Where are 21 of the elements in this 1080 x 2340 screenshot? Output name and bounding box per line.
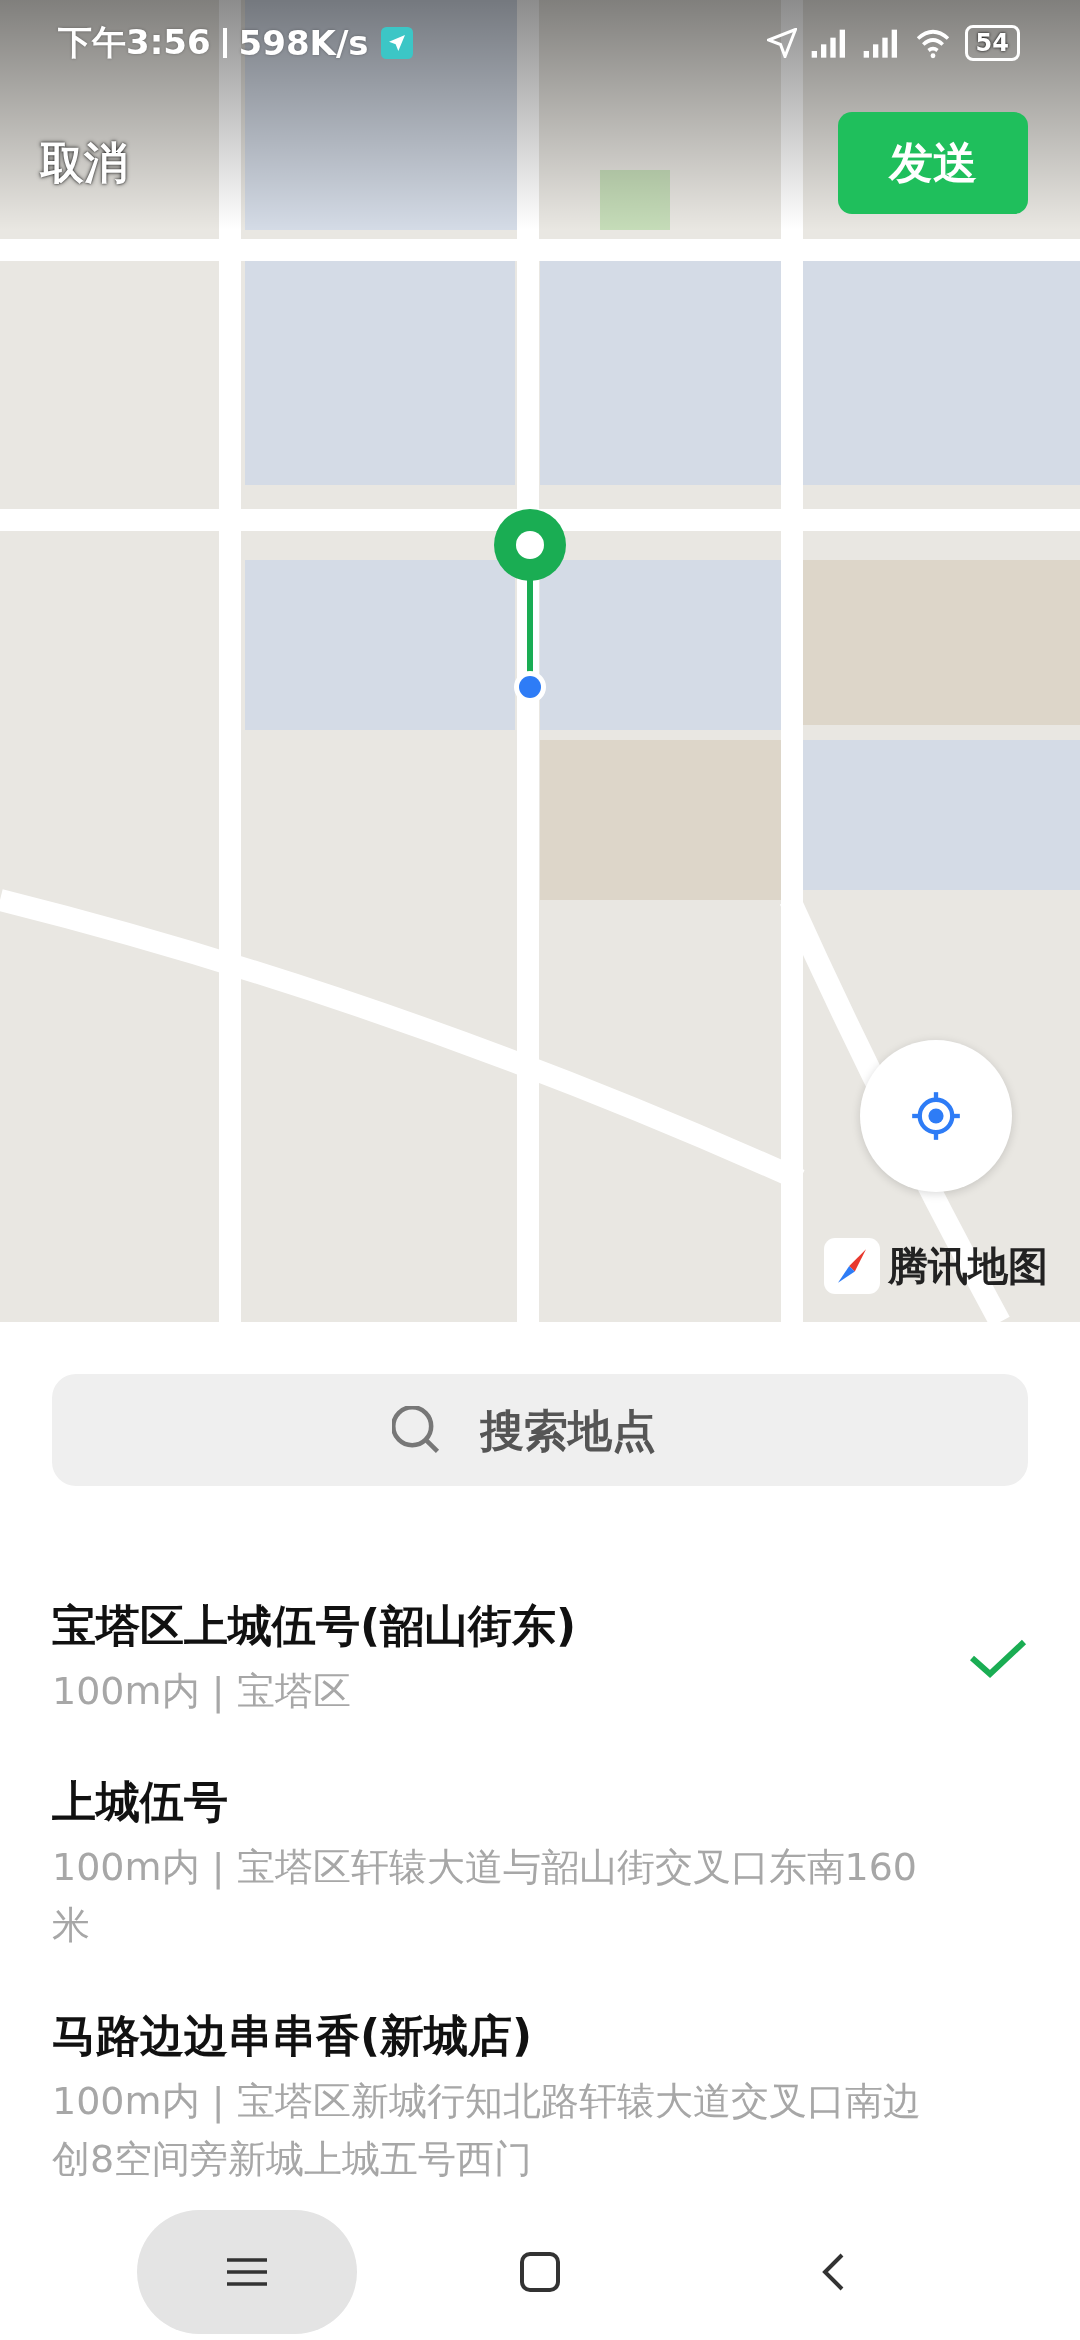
place-detail: 100m内 | 宝塔区新城行知北路轩辕大道交叉口南边创8空间旁新城上城五号西门 [52,2078,922,2183]
location-arrow-icon [766,28,797,58]
place-detail: 100m内 | 宝塔区 [52,1668,352,1716]
place-name: 马路边边串串香(新城店) [52,2009,534,2063]
map-brand-label: 腾讯地图 [888,1241,1048,1291]
place-item[interactable]: 上城伍号 100m内 | 宝塔区轩辕大道与韶山街交叉口东南160米 [52,1772,1028,1954]
place-item[interactable]: 宝塔区上城伍号(韶山街东) 100m内 | 宝塔区 [52,1596,1028,1720]
battery-indicator: 54 [964,25,1020,61]
place-name: 宝塔区上城伍号(韶山街东) [52,1599,578,1653]
status-speed: 598K/s [238,23,369,63]
compass-logo-icon [824,1238,880,1294]
menu-icon [226,2257,267,2287]
status-time: 下午3:56 [58,21,211,64]
search-icon [392,1406,440,1454]
back-icon [821,2252,846,2292]
place-name: 上城伍号 [52,1775,229,1829]
square-icon [520,2252,560,2292]
location-app-icon [380,27,413,59]
crosshair-icon [910,1090,962,1142]
place-item[interactable]: 马路边边串串香(新城店) 100m内 | 宝塔区新城行知北路轩辕大道交叉口南边创8空间旁新城上城五号西门 [52,2006,1028,2188]
place-detail: 100m内 | 宝塔区轩辕大道与韶山街交叉口东南160米 [52,1844,919,1949]
